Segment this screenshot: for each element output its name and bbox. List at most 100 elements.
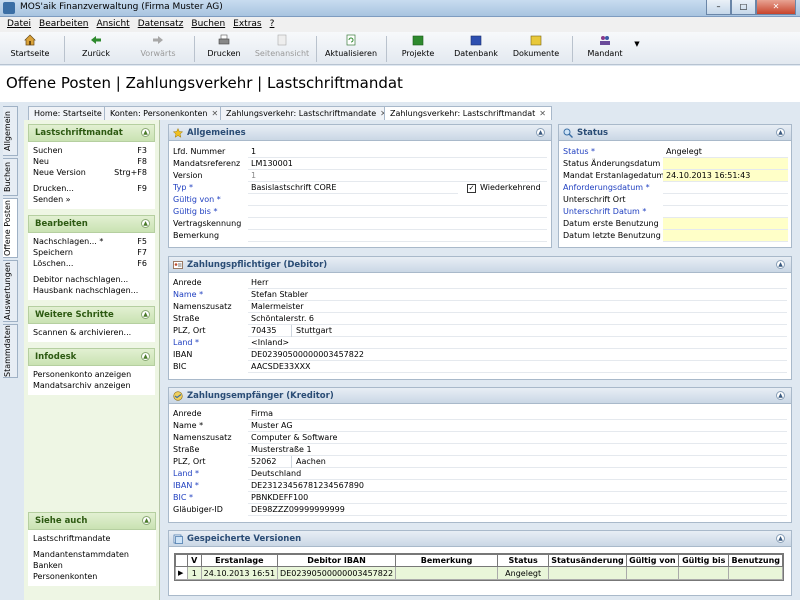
close-icon[interactable]: ✕	[539, 109, 546, 118]
section-lastschriftmandat[interactable]: Lastschriftmandat ▲	[28, 124, 155, 142]
col-v[interactable]: V	[186, 554, 202, 567]
dokumente-button[interactable]: Dokumente	[510, 34, 562, 58]
nav-mandatsarchiv-anzeigen[interactable]: Mandatsarchiv anzeigen	[33, 380, 155, 391]
mandant-button[interactable]: Mandant	[580, 34, 630, 58]
section-bearbeiten[interactable]: Bearbeiten ▲	[28, 215, 155, 233]
close-button[interactable]: ✕	[756, 0, 796, 15]
menu-extras[interactable]: Extras	[229, 17, 265, 32]
field-value[interactable]: DE23123456781234567890	[248, 480, 787, 492]
col-status[interactable]: Status	[497, 554, 550, 567]
collapse-icon[interactable]: ▲	[141, 219, 150, 228]
field-value[interactable]	[663, 206, 788, 218]
collapse-icon[interactable]: ▲	[142, 516, 151, 525]
vtab-offene-posten[interactable]: Offene Posten	[3, 198, 18, 258]
nav-debitor-nachschlagen[interactable]: Debitor nachschlagen...	[33, 274, 155, 285]
minimize-button[interactable]: –	[706, 0, 731, 15]
nav-speichern[interactable]: Speichern F7	[33, 247, 155, 258]
field-value[interactable]: Basislastschrift CORE	[248, 182, 458, 194]
vorwaerts-button[interactable]: Vorwärts	[134, 34, 182, 58]
field-value[interactable]: Musterstraße 1	[248, 444, 787, 456]
col-statusaenderung[interactable]: Statusänderung	[548, 554, 627, 567]
section-siehe-auch[interactable]: Siehe auch ▲	[28, 512, 156, 530]
drucken-button[interactable]: Drucken	[202, 34, 246, 58]
col-bemerkung[interactable]: Bemerkung	[395, 554, 499, 567]
field-ort[interactable]: Aachen	[291, 456, 326, 468]
aktualisieren-button[interactable]: Aktualisieren	[322, 34, 380, 58]
col-benutzung[interactable]: Benutzung	[728, 554, 783, 567]
nav-neu[interactable]: Neu F8	[33, 156, 155, 167]
field-value[interactable]	[248, 194, 547, 206]
tab-lastschriftmandat[interactable]: Zahlungsverkehr: Lastschriftmandat ✕	[384, 106, 552, 120]
field-value[interactable]: Muster AG	[248, 420, 787, 432]
nav-hausbank-nachschlagen[interactable]: Hausbank nachschlagen...	[33, 285, 155, 296]
field-value[interactable]: PBNKDEFF100	[248, 492, 787, 504]
table-row[interactable]: ▶ 1 24.10.2013 16:51 DE02390500000003457…	[175, 566, 783, 580]
field-plz[interactable]: 52062	[248, 456, 787, 468]
nav-banken[interactable]: Banken	[33, 560, 156, 571]
field-value[interactable]: Deutschland	[248, 468, 787, 480]
tab-home[interactable]: Home: Startseite	[28, 106, 108, 120]
field-value[interactable]	[663, 194, 788, 206]
field-value[interactable]: <Inland>	[248, 337, 787, 349]
menu-datensatz[interactable]: Datensatz	[134, 17, 188, 32]
field-value[interactable]: DE98ZZZ09999999999	[248, 504, 787, 516]
collapse-icon[interactable]: ▲	[776, 260, 785, 269]
mandant-dropdown-button[interactable]: ▼	[632, 40, 642, 48]
nav-personenkonten[interactable]: Personenkonten	[33, 571, 156, 582]
nav-lastschriftmandate[interactable]: Lastschriftmandate	[33, 533, 156, 544]
nav-personenkonto-anzeigen[interactable]: Personenkonto anzeigen	[33, 369, 155, 380]
nav-nachschlagen[interactable]: Nachschlagen... * F5	[33, 236, 155, 247]
field-value[interactable]	[248, 230, 547, 242]
col-gueltig-von[interactable]: Gültig von	[625, 554, 680, 567]
menu-bearbeiten[interactable]: Bearbeiten	[35, 17, 92, 32]
field-value[interactable]: DE02390500000003457822	[248, 349, 787, 361]
tab-lastschriftmandate[interactable]: Zahlungsverkehr: Lastschriftmandate✕	[220, 106, 393, 120]
menu-datei[interactable]: Datei	[3, 17, 35, 32]
field-value[interactable]	[663, 182, 788, 194]
menu-buchen[interactable]: Buchen	[187, 17, 229, 32]
tab-personenkonten[interactable]: Konten: Personenkonten ✕	[104, 106, 225, 120]
wiederkehrend-checkbox[interactable]: ✓	[467, 184, 476, 193]
field-value[interactable]: Computer & Software	[248, 432, 787, 444]
collapse-icon[interactable]: ▲	[536, 128, 545, 137]
maximize-button[interactable]: □	[731, 0, 756, 15]
collapse-icon[interactable]: ▲	[141, 310, 150, 319]
vtab-buchen[interactable]: Buchen	[3, 158, 18, 196]
col-debitor-iban[interactable]: Debitor IBAN	[277, 554, 397, 567]
nav-mandantenstammdaten[interactable]: Mandantenstammdaten	[33, 549, 156, 560]
field-value[interactable]: 1	[248, 146, 547, 158]
nav-suchen[interactable]: Suchen F3	[33, 145, 155, 156]
collapse-icon[interactable]: ▲	[776, 391, 785, 400]
projekte-button[interactable]: Projekte	[394, 34, 442, 58]
startseite-button[interactable]: Startseite	[8, 34, 52, 58]
collapse-icon[interactable]: ▲	[141, 128, 150, 137]
vtab-stammdaten[interactable]: Stammdaten	[3, 324, 18, 378]
nav-loeschen[interactable]: Löschen... F6	[33, 258, 155, 269]
collapse-icon[interactable]: ▲	[776, 534, 785, 543]
field-value[interactable]: AACSDE33XXX	[248, 361, 787, 373]
col-erstanlage[interactable]: Erstanlage	[200, 554, 279, 567]
menu-ansicht[interactable]: Ansicht	[92, 17, 133, 32]
field-value[interactable]: Malermeister	[248, 301, 787, 313]
col-gueltig-bis[interactable]: Gültig bis	[678, 554, 730, 567]
nav-senden[interactable]: Senden »	[33, 194, 155, 205]
field-value[interactable]: Stefan Stabler	[248, 289, 787, 301]
nav-drucken[interactable]: Drucken... F9	[33, 183, 155, 194]
menu-help[interactable]: ?	[266, 17, 279, 32]
nav-neue-version[interactable]: Neue Version Strg+F8	[33, 167, 155, 178]
field-value[interactable]: Angelegt	[663, 146, 788, 158]
field-value[interactable]: Schöntalerstr. 6	[248, 313, 787, 325]
vtab-allgemein[interactable]: Allgemein	[3, 106, 18, 156]
field-value[interactable]	[248, 206, 547, 218]
field-value[interactable]: LM130001	[248, 158, 547, 170]
section-weitere-schritte[interactable]: Weitere Schritte ▲	[28, 306, 155, 324]
close-icon[interactable]: ✕	[212, 109, 219, 118]
field-value[interactable]	[248, 218, 547, 230]
nav-scannen[interactable]: Scannen & archivieren...	[33, 327, 155, 338]
field-ort[interactable]: Stuttgart	[291, 325, 332, 337]
collapse-icon[interactable]: ▲	[776, 128, 785, 137]
zurueck-button[interactable]: Zurück	[74, 34, 118, 58]
section-infodesk[interactable]: Infodesk ▲	[28, 348, 155, 366]
field-value[interactable]: Herr	[248, 277, 787, 289]
seitenansicht-button[interactable]: Seitenansicht	[252, 34, 312, 58]
